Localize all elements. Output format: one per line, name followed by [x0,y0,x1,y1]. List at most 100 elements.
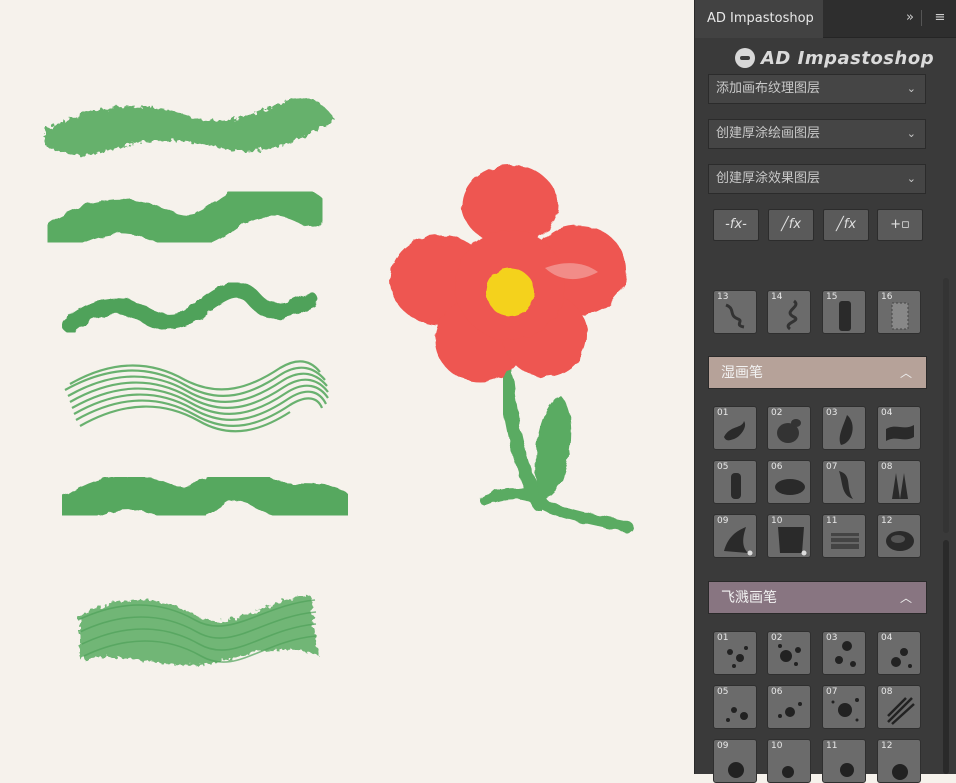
add-layer-button[interactable]: +▫ [877,209,923,241]
scrollbar-thumb[interactable] [943,540,949,774]
flower-stem [498,363,547,512]
impasto-paint-dropdown[interactable]: 创建厚涂绘画图层 ⌄ [708,119,926,149]
brush-thumb-splash-12[interactable]: 12 [877,739,921,783]
chevron-up-icon: ︿ [899,591,912,605]
brush-preview-icon [778,527,807,556]
flower-leaf [535,395,572,505]
add-layer-icon: + [890,217,902,232]
section-title: 飞溅画笔 [721,590,777,606]
brush-stroke-3 [62,281,318,333]
chevron-up-icon: ︿ [899,366,912,380]
remove-fx-button[interactable]: -fx- [713,209,759,241]
canvas-texture-dropdown[interactable]: 添加画布纹理图层 ⌄ [708,74,926,104]
splash-brush-section-header[interactable]: 飞溅画笔 ︿ [708,581,927,614]
brush-preview-icon [891,648,912,668]
brush-preview-icon [786,299,798,331]
brush-fx-button[interactable]: ╱fx [768,209,814,241]
brush-thumb-wet-05[interactable]: 05 [713,460,757,504]
chevron-down-icon: ⌄ [906,127,916,140]
remove-fx-icon: -fx- [725,217,747,232]
brush-preview-icon [887,697,915,725]
brush-thumb-wet-09[interactable]: 09 [713,514,757,558]
brush-thumb-splash-03[interactable]: 03 [822,631,866,675]
brush-thumb-14[interactable]: 14 [767,290,811,334]
impasto-effect-dropdown[interactable]: 创建厚涂效果图层 ⌄ [708,164,926,194]
dropdown-label: 添加画布纹理图层 [716,81,821,96]
brush-thumb-13[interactable]: 13 [713,290,757,334]
hamburger-menu-icon[interactable]: ≡ [931,9,949,27]
brush-preview-icon [778,644,801,666]
section-title: 湿画笔 [721,365,763,381]
scrollbar-track[interactable] [943,278,949,533]
brush-preview-icon [725,303,745,329]
impastoshop-logo: AD Impastoshop [735,44,934,72]
logo-text: AD Impastoshop [761,47,935,69]
brush-preview-icon [892,764,908,780]
brush-thumb-splash-08[interactable]: 08 [877,685,921,729]
knife-fx-icon: fx [843,217,857,232]
brush-preview-icon [777,419,801,443]
brush-thumb-splash-01[interactable]: 01 [713,631,757,675]
brush-thumb-splash-11[interactable]: 11 [822,739,866,783]
impastoshop-panel: AD Impastoshop » ≡ AD Impastoshop 添加画布纹理… [694,0,956,783]
brush-stroke-2 [43,182,327,252]
brush-preview-icon [892,473,908,499]
brush-preview-icon [891,302,909,330]
brush-preview-icon [724,421,746,441]
brush-thumb-wet-01[interactable]: 01 [713,406,757,450]
flower-center [486,268,534,316]
brush-fx-icon: fx [788,217,802,232]
dropdown-label: 创建厚涂效果图层 [716,171,821,186]
brush-preview-icon [886,531,914,551]
wet-brush-section-header[interactable]: 湿画笔 ︿ [708,356,927,389]
brush-preview-icon [727,646,748,668]
panel-tabbar: AD Impastoshop » ≡ [695,0,956,38]
dropdown-label: 创建厚涂绘画图层 [716,126,821,141]
flower-painting [390,165,634,533]
brush-thumb-16[interactable]: 16 [877,290,921,334]
brush-thumb-15[interactable]: 15 [822,290,866,334]
brush-thumb-splash-02[interactable]: 02 [767,631,811,675]
brush-thumb-wet-03[interactable]: 03 [822,406,866,450]
brush-preview-icon [728,762,744,778]
double-chevron-right-icon[interactable]: » [901,9,919,27]
brush-preview-icon [778,702,802,718]
brush-thumb-splash-04[interactable]: 04 [877,631,921,675]
brush-thumb-splash-07[interactable]: 07 [822,685,866,729]
brush-stroke-5 [58,465,352,527]
brush-thumb-splash-06[interactable]: 06 [767,685,811,729]
brush-preview-icon [775,479,805,495]
chevron-down-icon: ⌄ [906,172,916,185]
brush-stroke-4 [64,360,329,433]
brush-thumb-wet-10[interactable]: 10 [767,514,811,558]
brush-preview-icon [886,425,914,441]
brush-preview-icon [839,415,853,445]
painting-canvas[interactable] [0,0,694,774]
logo-icon [735,48,755,68]
brush-thumb-wet-11[interactable]: 11 [822,514,866,558]
brush-thumb-wet-07[interactable]: 07 [822,460,866,504]
brush-thumb-wet-04[interactable]: 04 [877,406,921,450]
brush-preview-icon [831,698,859,722]
brush-preview-icon [831,533,859,549]
brush-preview-icon [839,471,853,499]
brush-preview-icon [724,527,753,556]
fx-toolbar: -fx- ╱fx ╱fx +▫ [713,209,925,241]
brush-preview-icon [839,301,851,331]
brush-thumb-splash-10[interactable]: 10 [767,739,811,783]
canvas-artwork [43,96,634,666]
brush-stroke-1 [45,96,335,156]
brush-thumb-splash-05[interactable]: 05 [713,685,757,729]
divider [921,10,922,26]
chevron-down-icon: ⌄ [906,82,916,95]
brush-thumb-wet-06[interactable]: 06 [767,460,811,504]
brush-thumb-wet-08[interactable]: 08 [877,460,921,504]
brush-thumb-splash-09[interactable]: 09 [713,739,757,783]
knife-fx-button[interactable]: ╱fx [823,209,869,241]
tab-impastoshop[interactable]: AD Impastoshop [695,0,823,38]
brush-preview-icon [840,763,854,777]
brush-thumb-wet-02[interactable]: 02 [767,406,811,450]
brush-preview-icon [835,641,856,667]
brush-thumb-wet-12[interactable]: 12 [877,514,921,558]
brush-preview-icon [782,766,794,778]
